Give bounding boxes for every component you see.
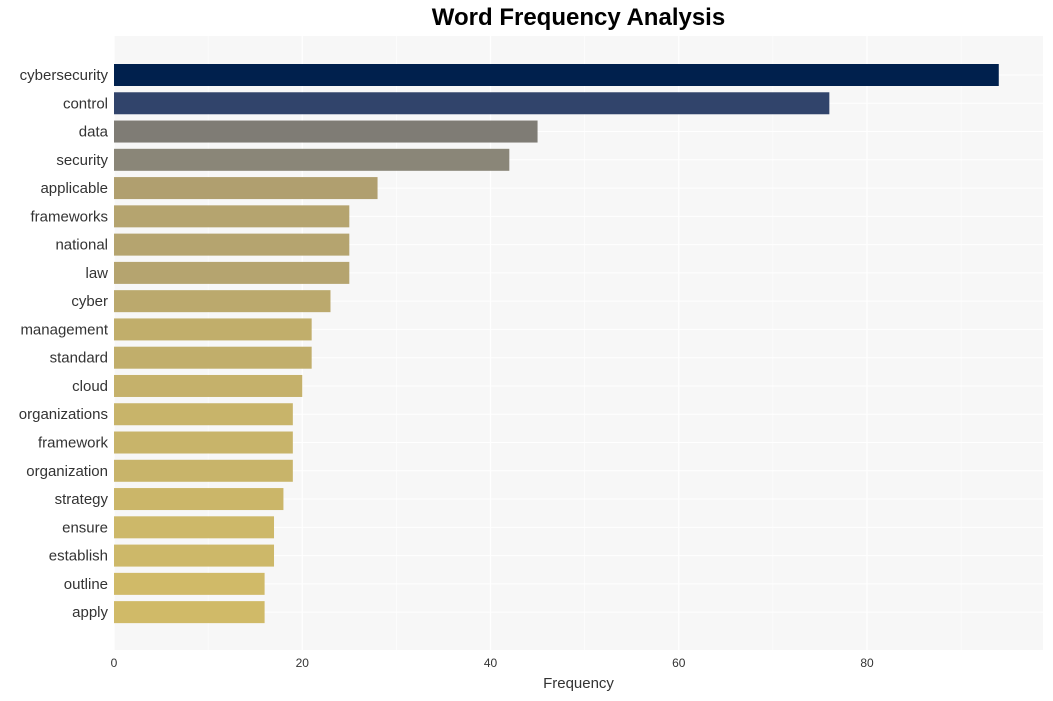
y-tick-label: cloud — [72, 378, 108, 395]
y-tick-label: apply — [72, 604, 108, 621]
bar-ensure — [114, 516, 275, 539]
bar-cybersecurity — [114, 64, 999, 86]
bar-organization — [114, 459, 293, 482]
y-tick-label: strategy — [55, 491, 109, 508]
bar-management — [114, 318, 312, 341]
x-axis-ticks: 0 20 40 60 80 — [111, 656, 874, 670]
bar-security — [114, 148, 510, 171]
y-tick-label: frameworks — [30, 208, 108, 225]
bar-organizations — [114, 403, 293, 426]
bar-cloud — [114, 374, 303, 397]
bar-applicable — [114, 177, 378, 200]
bar-outline — [114, 572, 265, 595]
bar-national — [114, 233, 350, 256]
y-tick-label: cybersecurity — [20, 67, 109, 84]
y-tick-label: security — [56, 152, 108, 169]
bar-law — [114, 261, 350, 284]
y-tick-label: framework — [38, 435, 109, 452]
y-tick-label: ensure — [62, 519, 108, 536]
bar-establish — [114, 544, 275, 567]
bar-apply — [114, 601, 265, 624]
y-tick-label: management — [20, 321, 108, 338]
bar-frameworks — [114, 205, 350, 228]
y-tick-label: outline — [64, 576, 108, 593]
x-tick-label: 40 — [484, 656, 498, 670]
y-tick-label: applicable — [40, 180, 108, 197]
bar-cyber — [114, 290, 331, 313]
bar-standard — [114, 346, 312, 369]
y-tick-label: law — [85, 265, 108, 282]
bar-control — [114, 92, 830, 115]
y-tick-label: data — [79, 124, 109, 141]
y-tick-label: organizations — [19, 406, 108, 423]
y-tick-label: organization — [26, 463, 108, 480]
x-tick-label: 60 — [672, 656, 686, 670]
y-axis-labels: cybersecurity control data security applicab… — [19, 67, 109, 621]
bar-chart: cybersecurity control data security applicab… — [19, 36, 1043, 670]
y-tick-label: cyber — [71, 293, 108, 310]
y-tick-label: establish — [49, 548, 108, 565]
x-tick-label: 80 — [860, 656, 874, 670]
x-tick-label: 20 — [296, 656, 310, 670]
bar-framework — [114, 431, 293, 454]
x-tick-label: 0 — [111, 656, 118, 670]
y-tick-label: national — [55, 237, 108, 254]
bar-data — [114, 120, 538, 143]
bar-strategy — [114, 488, 284, 511]
y-tick-label: standard — [50, 350, 108, 367]
y-tick-label: control — [63, 95, 108, 112]
x-axis-label: Frequency — [543, 675, 614, 692]
